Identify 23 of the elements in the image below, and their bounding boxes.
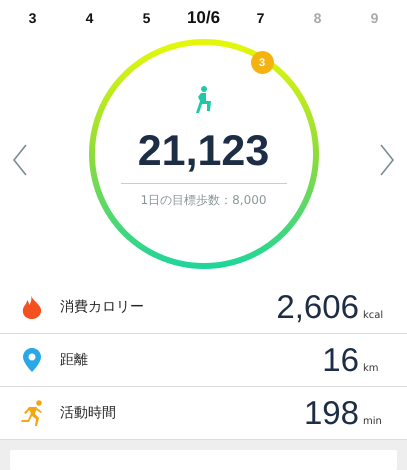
chevron-left-icon[interactable] xyxy=(12,144,28,176)
date-tab[interactable]: 4 xyxy=(70,10,110,26)
walker-icon xyxy=(194,86,212,114)
stat-label: 消費カロリー xyxy=(60,298,145,316)
stat-unit: km xyxy=(363,363,380,374)
date-tab[interactable]: 3 xyxy=(12,10,52,26)
step-count: 21,123 xyxy=(138,128,270,175)
stat-value: 2,606 xyxy=(276,288,359,326)
location-pin-icon xyxy=(20,348,44,372)
chevron-right-icon[interactable] xyxy=(379,144,395,176)
stat-value: 16 xyxy=(322,341,359,379)
stat-value: 198 xyxy=(304,394,359,432)
date-tab[interactable]: 5 xyxy=(126,10,166,26)
stat-unit: kcal xyxy=(363,310,384,321)
goal-text: 1日の目標歩数：8,000 xyxy=(140,192,266,209)
stat-unit: min xyxy=(363,416,383,427)
stat-label: 活動時間 xyxy=(60,404,117,422)
date-tab[interactable]: 7 xyxy=(240,10,280,26)
count-badge: 3 xyxy=(250,51,274,74)
flame-icon xyxy=(20,295,44,319)
date-tab[interactable]: 10/6 xyxy=(184,8,224,28)
runner-icon xyxy=(20,400,44,426)
stat-label: 距離 xyxy=(60,351,89,369)
